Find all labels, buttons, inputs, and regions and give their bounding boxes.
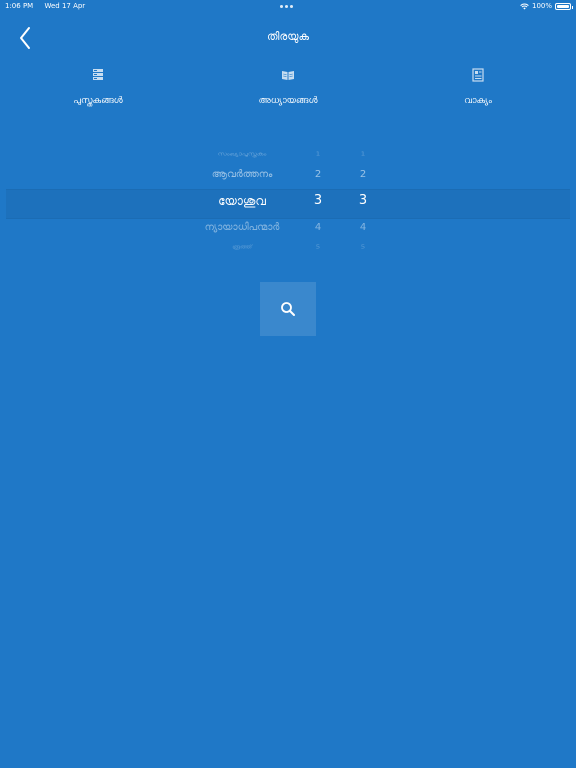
wifi-icon xyxy=(520,3,529,9)
picker-row-book[interactable]: രൂത്ത് xyxy=(182,244,302,250)
status-bar: 1:06 PM Wed 17 Apr 100% xyxy=(0,0,576,12)
tab-verse-label: വാക്യം xyxy=(464,96,492,106)
page-title: തിരയുക xyxy=(266,30,310,43)
picker-selected-chapter[interactable]: 3 xyxy=(298,193,338,208)
search-icon xyxy=(281,302,295,316)
picker-row-chapter[interactable]: 5 xyxy=(298,244,338,250)
tab-books[interactable]: പുസ്തകങ്ങൾ xyxy=(38,68,158,106)
status-left: 1:06 PM Wed 17 Apr xyxy=(5,0,94,12)
picker-row-book[interactable]: ആവർത്തനം xyxy=(182,169,302,180)
picker-row-book[interactable]: സംഖ്യാപുസ്തകം xyxy=(182,151,302,157)
status-time: 1:06 PM xyxy=(5,2,34,10)
open-book-icon xyxy=(282,71,294,80)
battery-icon xyxy=(555,2,573,10)
verse-icon xyxy=(472,68,484,82)
tab-chapters-label: അധ്യായങ്ങൾ xyxy=(258,96,318,106)
picker-row-verse[interactable]: 2 xyxy=(343,169,383,180)
picker-row-chapter[interactable]: 4 xyxy=(298,222,338,233)
search-button[interactable] xyxy=(260,282,316,336)
picker-row-chapter[interactable]: 1 xyxy=(298,151,338,157)
status-right: 100% xyxy=(520,0,573,12)
tab-books-label: പുസ്തകങ്ങൾ xyxy=(73,96,123,106)
tab-chapters[interactable]: അധ്യായങ്ങൾ xyxy=(228,68,348,106)
book-chapter-verse-picker[interactable]: സംഖ്യാപുസ്തകം ആവർത്തനം യോശുവ ന്യായാധിപന്… xyxy=(6,140,570,264)
status-date: Wed 17 Apr xyxy=(44,2,86,10)
picker-selected-verse[interactable]: 3 xyxy=(343,193,383,208)
picker-row-verse[interactable]: 5 xyxy=(343,244,383,250)
picker-column-book[interactable]: സംഖ്യാപുസ്തകം ആവർത്തനം യോശുവ ന്യായാധിപന്… xyxy=(182,140,302,264)
picker-row-verse[interactable]: 1 xyxy=(343,151,383,157)
picker-column-verse[interactable]: 1 2 3 4 5 xyxy=(343,140,383,264)
picker-row-book[interactable]: ന്യായാധിപന്മാർ xyxy=(182,222,302,233)
multitasking-dots-icon[interactable] xyxy=(280,5,293,8)
tab-verse[interactable]: വാക്യം xyxy=(418,68,538,106)
picker-column-chapter[interactable]: 1 2 3 4 5 xyxy=(298,140,338,264)
picker-row-chapter[interactable]: 2 xyxy=(298,169,338,180)
picker-row-verse[interactable]: 4 xyxy=(343,222,383,233)
battery-percent: 100% xyxy=(531,2,552,10)
books-icon xyxy=(93,69,103,80)
picker-selected-book[interactable]: യോശുവ xyxy=(182,194,302,209)
